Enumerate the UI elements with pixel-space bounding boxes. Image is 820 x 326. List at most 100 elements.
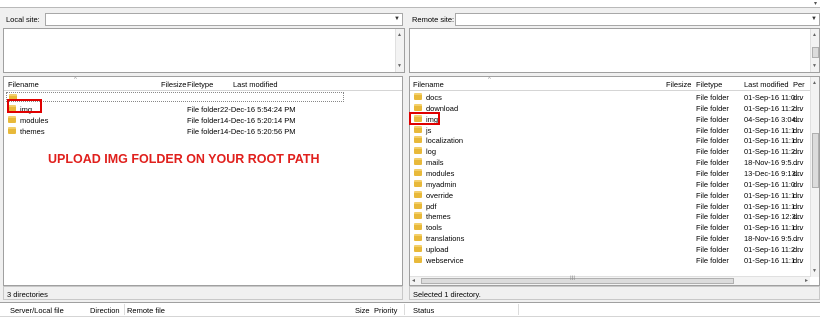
remote-list-scrollbar[interactable]: ▲ ▼	[810, 77, 819, 277]
remote-row-type: File folder	[696, 103, 729, 113]
column-separator	[404, 304, 405, 315]
remote-row[interactable]: override File folder 01-Sep-16 11:1... drv	[412, 190, 803, 201]
local-tree-scrollbar[interactable]: ▲ ▼	[395, 29, 404, 72]
folder-icon	[414, 244, 422, 252]
local-file-list[interactable]: Filename ^ Filesize Filetype Last modifi…	[3, 76, 403, 286]
remote-row-perm: drv	[793, 136, 804, 146]
remote-col-filename[interactable]: Filename	[413, 80, 444, 89]
local-row-modified: 14-Dec-16 5:20:56 PM	[220, 127, 296, 136]
remote-row-modified: 18-Nov-16 9:5...	[744, 234, 798, 244]
remote-site-bar: Remote site: ▼	[409, 12, 820, 28]
scroll-right-icon[interactable]: ▸	[805, 277, 808, 284]
local-row-type: File folder	[187, 116, 220, 125]
remote-row[interactable]: localization File folder 01-Sep-16 11:1...…	[412, 135, 804, 146]
remote-row-perm: drv	[793, 168, 804, 178]
remote-site-label: Remote site:	[412, 15, 455, 24]
local-site-combobox[interactable]: ▼	[45, 13, 403, 26]
queue-col-size[interactable]: Size	[355, 306, 370, 315]
remote-row[interactable]: pdf File folder 01-Sep-16 11:1... drv	[412, 201, 803, 212]
scroll-down-icon[interactable]: ▼	[812, 63, 817, 69]
dropdown-arrow-icon[interactable]: ▾	[814, 0, 817, 7]
remote-row-type: File folder	[696, 93, 729, 102]
remote-col-permissions[interactable]: Per	[793, 80, 805, 89]
transfer-queue[interactable]: Server/Local file Direction Remote file …	[0, 302, 820, 326]
remote-row[interactable]: download File folder 01-Sep-16 11:2... drv	[412, 103, 803, 114]
remote-row-name: localization	[426, 136, 464, 146]
remote-row-name: modules	[426, 168, 455, 178]
queue-col-priority[interactable]: Priority	[374, 306, 397, 315]
remote-row[interactable]: docs File folder 01-Sep-16 11:0... drv	[412, 92, 804, 103]
remote-row-type: File folder	[696, 168, 729, 178]
remote-row-type: File folder	[696, 125, 729, 135]
scroll-thumb[interactable]	[421, 278, 734, 284]
remote-horizontal-scrollbar[interactable]: ◂ III ▸	[410, 276, 810, 285]
remote-row-name: pdf	[426, 201, 437, 211]
remote-row[interactable]: themes File folder 01-Sep-16 12:3... drv	[412, 211, 803, 222]
folder-icon	[414, 201, 422, 209]
remote-row[interactable]: modules File folder 13-Dec-16 9:13... drv	[412, 168, 804, 179]
local-row-img[interactable]: img File folder 22-Dec-16 5:54:24 PM	[6, 104, 402, 115]
queue-col-server[interactable]: Server/Local file	[10, 306, 64, 315]
remote-row[interactable]: translations File folder 18-Nov-16 9:5... d…	[412, 233, 804, 244]
remote-col-filetype[interactable]: Filetype	[696, 80, 722, 89]
remote-col-filesize[interactable]: Filesize	[666, 80, 691, 89]
remote-row-perm: drv	[793, 147, 804, 157]
local-col-modified[interactable]: Last modified	[233, 80, 278, 89]
local-row-parent[interactable]: ..	[6, 92, 344, 103]
scroll-left-icon[interactable]: ◂	[412, 277, 415, 284]
local-col-filename[interactable]: Filename	[8, 80, 39, 89]
local-col-filetype[interactable]: Filetype	[187, 80, 213, 89]
folder-icon	[414, 212, 422, 220]
folder-icon	[414, 190, 422, 198]
dropdown-arrow-icon[interactable]: ▼	[811, 16, 817, 22]
folder-icon	[414, 168, 422, 176]
top-toolbar-strip: ▾	[0, 0, 820, 8]
folder-icon	[414, 223, 422, 231]
remote-row[interactable]: img File folder 04-Sep-16 3:04... drv	[412, 114, 803, 125]
local-row-type: File folder	[187, 127, 220, 136]
remote-row[interactable]: mails File folder 18-Nov-16 9:5... drv	[412, 157, 803, 168]
queue-col-direction[interactable]: Direction	[90, 306, 120, 315]
remote-row[interactable]: upload File folder 01-Sep-16 11:2... drv	[412, 244, 803, 255]
dropdown-arrow-icon[interactable]: ▼	[394, 16, 400, 22]
remote-status-bar: Selected 1 directory.	[409, 286, 820, 300]
remote-row[interactable]: log File folder 01-Sep-16 11:2... drv	[412, 146, 804, 157]
scroll-thumb[interactable]	[812, 47, 819, 58]
remote-row-type: File folder	[696, 114, 729, 124]
local-row-name: themes	[20, 127, 45, 136]
remote-row-type: File folder	[696, 234, 729, 244]
local-site-label: Local site:	[6, 15, 40, 24]
sort-indicator-icon: ^	[488, 77, 491, 83]
remote-file-list[interactable]: Filename ^ Filesize Filetype Last modifi…	[409, 76, 820, 286]
scroll-up-icon[interactable]: ▲	[812, 32, 817, 38]
scroll-down-icon[interactable]: ▼	[812, 268, 817, 274]
scroll-down-icon[interactable]: ▼	[397, 63, 402, 69]
remote-col-modified[interactable]: Last modified	[744, 80, 789, 89]
remote-row-perm: drv	[793, 234, 804, 244]
scroll-up-icon[interactable]: ▲	[397, 32, 402, 38]
remote-directory-tree[interactable]: ▲ ▼	[409, 28, 820, 73]
remote-tree-scrollbar[interactable]: ▲ ▼	[810, 29, 819, 72]
local-directory-tree[interactable]: ▲ ▼	[3, 28, 405, 73]
queue-col-remote[interactable]: Remote file	[127, 306, 165, 315]
local-col-filesize[interactable]: Filesize	[161, 80, 186, 89]
remote-row-name: js	[426, 125, 432, 135]
queue-header: Server/Local file Direction Remote file …	[0, 303, 820, 317]
local-row-modules[interactable]: modules File folder 14-Dec-16 5:20:14 PM	[6, 115, 402, 126]
remote-row-type: File folder	[696, 223, 729, 233]
remote-site-combobox[interactable]: ▼	[455, 13, 820, 26]
remote-row-perm: drv	[793, 93, 804, 102]
queue-col-status[interactable]: Status	[413, 306, 434, 315]
scroll-up-icon[interactable]: ▲	[812, 80, 817, 86]
remote-row-type: File folder	[696, 212, 729, 222]
remote-row[interactable]: js File folder 01-Sep-16 11:1... drv	[412, 125, 803, 136]
remote-row[interactable]: myadmin File folder 01-Sep-16 11:0... drv	[412, 179, 803, 190]
local-row-modified: 22-Dec-16 5:54:24 PM	[220, 105, 296, 114]
remote-row[interactable]: tools File folder 01-Sep-16 11:1... drv	[412, 222, 803, 233]
remote-row-type: File folder	[696, 147, 729, 157]
local-row-themes[interactable]: themes File folder 14-Dec-16 5:20:56 PM	[6, 126, 402, 137]
column-separator	[124, 304, 125, 315]
remote-row[interactable]: webservice File folder 01-Sep-16 11:1... dr…	[412, 255, 803, 266]
scroll-thumb[interactable]	[812, 133, 819, 188]
local-row-modified: 14-Dec-16 5:20:14 PM	[220, 116, 296, 125]
